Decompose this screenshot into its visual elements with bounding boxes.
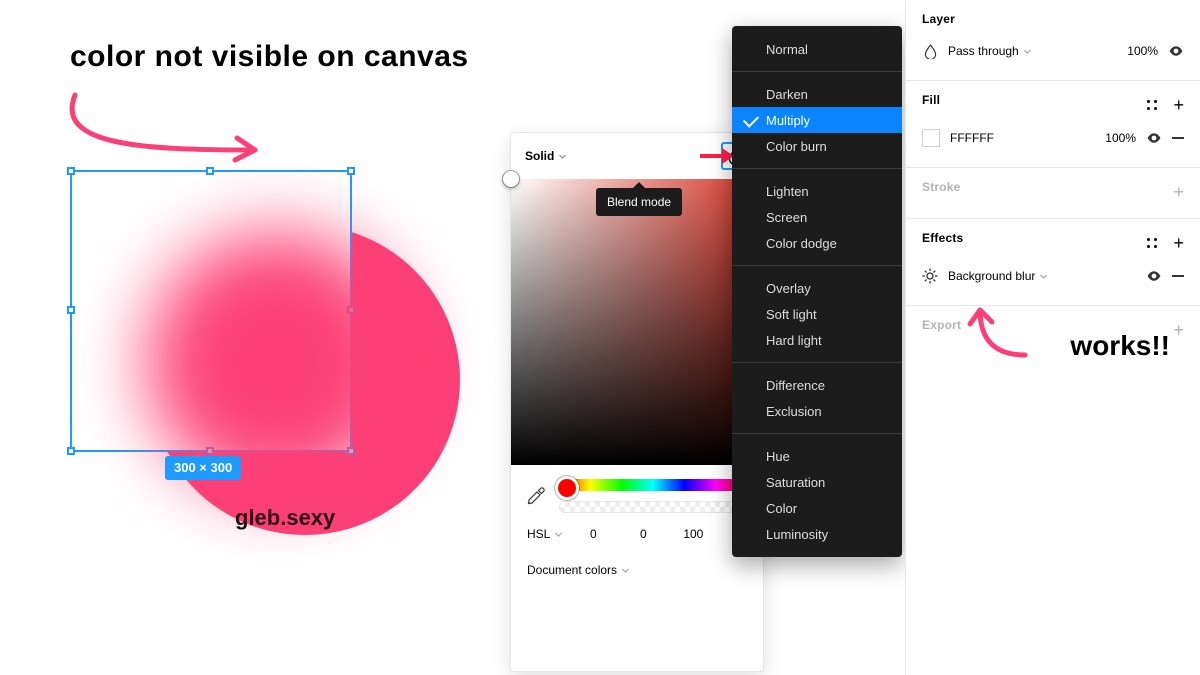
add-fill-button[interactable]: + (1173, 98, 1184, 112)
eye-icon[interactable] (1146, 130, 1162, 146)
eye-icon[interactable] (1146, 268, 1162, 284)
hsl-s-input[interactable]: 0 (623, 527, 663, 541)
menu-separator (732, 265, 902, 266)
remove-fill-button[interactable] (1172, 137, 1184, 139)
effect-settings-icon[interactable] (922, 268, 938, 284)
resize-handle[interactable] (347, 447, 355, 455)
styles-icon[interactable] (1145, 236, 1159, 250)
blend-item-screen[interactable]: Screen (732, 204, 902, 230)
hsl-h-input[interactable]: 0 (573, 527, 613, 541)
fill-section: Fill + FFFFFF 100% (906, 81, 1200, 168)
layer-blend-dropdown[interactable]: Pass through (948, 44, 1032, 58)
chevron-down-icon (554, 530, 563, 539)
effect-type-value: Background blur (948, 269, 1035, 283)
stroke-section: Stroke + (906, 168, 1200, 219)
annotation-right: works!! (1070, 330, 1170, 362)
color-model-label: HSL (527, 527, 550, 541)
blend-mode-menu: Normal DarkenMultiplyColor burn LightenScr… (732, 26, 902, 557)
resize-handle[interactable] (347, 306, 355, 314)
document-colors-dropdown[interactable]: Document colors (511, 551, 763, 589)
eye-icon[interactable] (1168, 43, 1184, 59)
add-export-button[interactable]: + (1173, 323, 1184, 337)
fill-hex-input[interactable]: FFFFFF (950, 131, 994, 145)
menu-separator (732, 168, 902, 169)
canvas-area[interactable]: color not visible on canvas gleb.sexy 30… (0, 0, 510, 675)
chevron-down-icon (558, 152, 567, 161)
eyedropper-icon[interactable] (527, 487, 545, 505)
annotation-top: color not visible on canvas (70, 40, 469, 74)
resize-handle[interactable] (347, 167, 355, 175)
chevron-down-icon (1023, 47, 1032, 56)
blend-item-normal[interactable]: Normal (732, 36, 902, 62)
styles-icon[interactable] (1145, 98, 1159, 112)
arrow-annotation-top (60, 90, 280, 180)
blend-item-color-burn[interactable]: Color burn (732, 133, 902, 159)
selection-dimensions-badge: 300 × 300 (165, 456, 241, 480)
blend-item-luminosity[interactable]: Luminosity (732, 521, 902, 547)
color-field-cursor[interactable] (503, 171, 519, 187)
blend-item-difference[interactable]: Difference (732, 372, 902, 398)
resize-handle[interactable] (67, 306, 75, 314)
color-model-dropdown[interactable]: HSL (527, 527, 563, 541)
selected-frame[interactable] (70, 170, 352, 452)
effect-type-dropdown[interactable]: Background blur (948, 269, 1048, 283)
hsl-l-input[interactable]: 100 (673, 527, 713, 541)
section-title: Fill (922, 93, 940, 107)
blend-item-darken[interactable]: Darken (732, 81, 902, 107)
chevron-down-icon (1039, 272, 1048, 281)
blend-item-hue[interactable]: Hue (732, 443, 902, 469)
blend-item-color-dodge[interactable]: Color dodge (732, 230, 902, 256)
hue-slider[interactable] (559, 479, 747, 491)
alpha-slider[interactable] (559, 501, 747, 513)
resize-handle[interactable] (206, 167, 214, 175)
section-title: Stroke (922, 180, 961, 194)
chevron-down-icon (621, 566, 630, 575)
layer-section: Layer Pass through 100% (906, 0, 1200, 81)
section-title: Layer (922, 12, 1184, 26)
blend-item-saturation[interactable]: Saturation (732, 469, 902, 495)
fill-swatch[interactable] (922, 129, 940, 147)
resize-handle[interactable] (67, 447, 75, 455)
fill-type-label: Solid (525, 149, 554, 163)
menu-separator (732, 71, 902, 72)
watermark-text: gleb.sexy (235, 505, 335, 531)
blend-item-multiply[interactable]: Multiply (732, 107, 902, 133)
effects-section: Effects + Background blur (906, 219, 1200, 306)
blend-item-hard-light[interactable]: Hard light (732, 327, 902, 353)
add-stroke-button[interactable]: + (1173, 185, 1184, 199)
blend-item-color[interactable]: Color (732, 495, 902, 521)
color-field[interactable] (511, 179, 763, 465)
menu-separator (732, 362, 902, 363)
section-title: Effects (922, 231, 963, 245)
fill-opacity-input[interactable]: 100% (1105, 131, 1136, 145)
blend-mode-tooltip: Blend mode (596, 188, 682, 216)
blend-item-soft-light[interactable]: Soft light (732, 301, 902, 327)
add-effect-button[interactable]: + (1173, 236, 1184, 250)
resize-handle[interactable] (67, 167, 75, 175)
resize-handle[interactable] (206, 447, 214, 455)
layer-blend-value: Pass through (948, 44, 1019, 58)
arrow-annotation-red (700, 148, 734, 164)
menu-separator (732, 433, 902, 434)
layer-opacity-input[interactable]: 100% (1127, 44, 1158, 58)
remove-effect-button[interactable] (1172, 275, 1184, 277)
section-title: Export (922, 318, 961, 332)
blend-item-lighten[interactable]: Lighten (732, 178, 902, 204)
document-colors-label: Document colors (527, 563, 617, 577)
blend-item-overlay[interactable]: Overlay (732, 275, 902, 301)
fill-type-dropdown[interactable]: Solid (525, 149, 567, 163)
droplet-outline-icon (922, 43, 938, 59)
blend-item-exclusion[interactable]: Exclusion (732, 398, 902, 424)
